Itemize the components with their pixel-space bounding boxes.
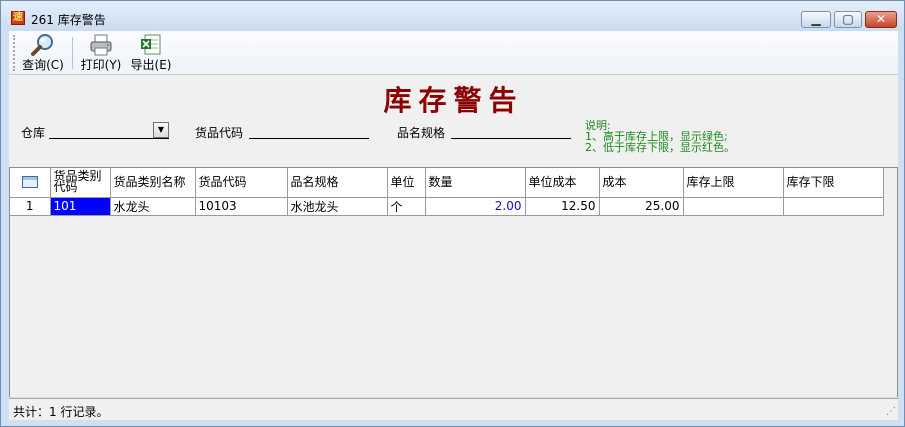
column-header[interactable]: 货品代码 (195, 168, 288, 198)
row-number[interactable]: 1 (10, 197, 51, 216)
query-button[interactable]: 查询(C) (21, 33, 65, 73)
cell-spec[interactable]: 水池龙头 (287, 197, 388, 216)
grid-header-row: 货品类别代码 货品类别名称 货品代码 品名规格 单位 数量 单位成本 成本 库存… (10, 168, 884, 198)
cell-unit-cost[interactable]: 12.50 (525, 197, 600, 216)
dropdown-button[interactable]: ▼ (153, 122, 169, 138)
title-bar[interactable]: 速 261 库存警告 ▁ ▢ ✕ (1, 1, 904, 31)
close-icon: ✕ (875, 12, 887, 26)
data-grid[interactable]: 货品类别代码 货品类别名称 货品代码 品名规格 单位 数量 单位成本 成本 库存… (9, 167, 898, 397)
item-code-label: 货品代码 (195, 126, 244, 140)
cell-category-code[interactable]: 101 (50, 197, 111, 216)
column-header[interactable]: 库存下限 (783, 168, 884, 198)
column-header[interactable]: 单位 (387, 168, 426, 198)
cell-upper-limit[interactable] (683, 197, 784, 216)
content-area: 库存警告 仓库 ▼ 货品代码 品名规格 说明: 1、高于库存上限，显示绿色; 2… (9, 75, 898, 397)
warehouse-select[interactable]: ▼ (49, 122, 169, 139)
table-row[interactable]: 1 101 水龙头 10103 水池龙头 个 2.00 12.50 25.00 (10, 197, 884, 216)
maximize-icon: ▢ (842, 12, 854, 26)
minimize-icon: ▁ (811, 12, 821, 26)
column-header[interactable]: 品名规格 (287, 168, 388, 198)
resize-grip-icon[interactable]: ⋰ (884, 406, 896, 418)
column-header[interactable]: 数量 (425, 168, 526, 198)
page-title: 库存警告 (383, 84, 524, 117)
app-logo-icon: 速 (11, 11, 25, 25)
cell-unit[interactable]: 个 (387, 197, 426, 216)
print-button[interactable]: 打印(Y) (79, 33, 123, 73)
printer-icon (90, 34, 112, 56)
table-icon (21, 176, 38, 189)
window-title: 261 库存警告 (31, 13, 106, 27)
column-header[interactable]: 货品类别名称 (110, 168, 196, 198)
close-button[interactable]: ✕ (865, 11, 897, 28)
excel-export-icon (141, 34, 161, 55)
print-label: 打印(Y) (80, 58, 122, 72)
spec-label: 品名规格 (397, 126, 446, 140)
column-header[interactable]: 单位成本 (525, 168, 600, 198)
export-button[interactable]: 导出(E) (129, 33, 173, 73)
export-label: 导出(E) (130, 58, 172, 72)
magnifier-icon (31, 34, 53, 56)
column-header[interactable]: 货品类别代码 (50, 168, 111, 198)
minimize-button[interactable]: ▁ (801, 11, 831, 28)
column-header[interactable]: 库存上限 (683, 168, 784, 198)
cell-lower-limit[interactable] (783, 197, 884, 216)
query-label: 查询(C) (22, 58, 64, 72)
cell-category-name[interactable]: 水龙头 (110, 197, 196, 216)
cell-item-code[interactable]: 10103 (195, 197, 288, 216)
grid-corner[interactable] (10, 168, 51, 198)
warehouse-label: 仓库 (21, 126, 46, 140)
item-code-input[interactable] (249, 122, 369, 139)
cell-cost[interactable]: 25.00 (599, 197, 684, 216)
maximize-button[interactable]: ▢ (834, 11, 862, 28)
cell-qty[interactable]: 2.00 (425, 197, 526, 216)
grid-table: 货品类别代码 货品类别名称 货品代码 品名规格 单位 数量 单位成本 成本 库存… (10, 168, 884, 216)
legend-note: 说明: 1、高于库存上限，显示绿色; 2、低于库存下限，显示红色。 (585, 120, 735, 153)
status-bar: 共计：1 行记录。 ⋰ (9, 398, 898, 420)
column-header[interactable]: 成本 (599, 168, 684, 198)
toolbar: 查询(C) 打印(Y) 导出(E) (9, 31, 898, 75)
note-line-2: 2、低于库存下限，显示红色。 (585, 141, 735, 154)
spec-input[interactable] (451, 122, 571, 139)
record-count: 共计：1 行记录。 (13, 405, 109, 419)
chevron-down-icon: ▼ (157, 125, 165, 134)
toolbar-separator (72, 37, 73, 69)
main-window: 速 261 库存警告 ▁ ▢ ✕ 查询(C) 打印(Y) 导出(E) 库存警告 … (0, 0, 905, 427)
toolbar-grip[interactable] (13, 35, 16, 71)
